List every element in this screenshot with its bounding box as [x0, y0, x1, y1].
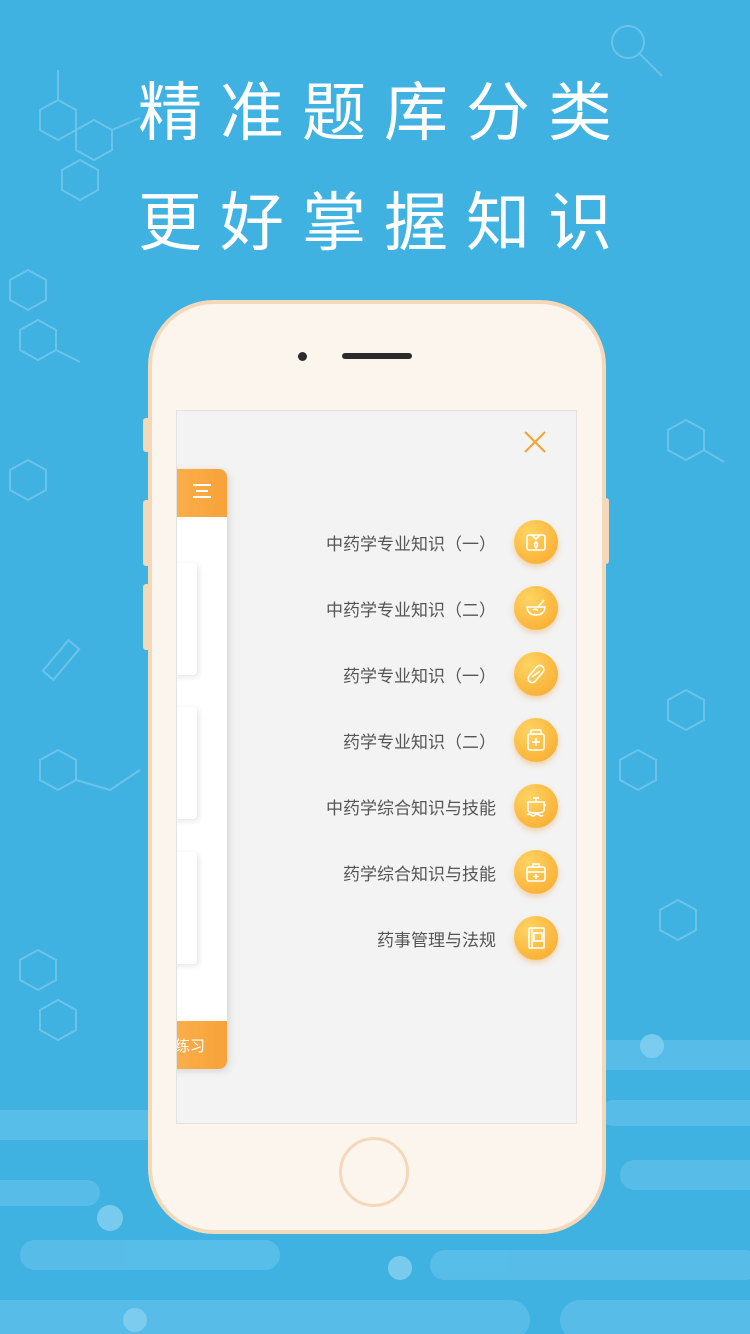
menu-icon[interactable] — [193, 484, 211, 498]
subject-label: 药学专业知识（二） — [343, 732, 496, 753]
phone-speaker — [342, 353, 412, 359]
subject-list: 中药学专业知识（一） 中药学专业知识（二） 药学专业知识（一） 药学专业知识（二… — [228, 509, 558, 971]
practice-button[interactable]: 练习 — [176, 1021, 227, 1069]
subject-item[interactable]: 药学专业知识（一） — [228, 641, 558, 707]
first-aid-kit-icon — [514, 850, 558, 894]
decoction-pot-icon — [514, 784, 558, 828]
close-icon[interactable] — [522, 429, 548, 455]
mortar-bowl-icon — [514, 586, 558, 630]
headline-line-2: 更好掌握知识 — [138, 187, 630, 261]
panel-card — [177, 852, 197, 964]
subject-item[interactable]: 药学专业知识（二） — [228, 707, 558, 773]
subject-label: 中药学专业知识（一） — [326, 534, 496, 555]
panel-card — [177, 563, 197, 675]
panel-header — [177, 469, 227, 517]
subject-item[interactable]: 中药学专业知识（二） — [228, 575, 558, 641]
law-book-icon — [514, 916, 558, 960]
panel-card — [177, 707, 197, 819]
background-page-panel: 练习 — [176, 469, 227, 1069]
subject-label: 药学综合知识与技能 — [343, 864, 496, 885]
practice-button-label: 练习 — [176, 1037, 205, 1055]
subject-item[interactable]: 中药学专业知识（一） — [228, 509, 558, 575]
subject-item[interactable]: 中药学综合知识与技能 — [228, 773, 558, 839]
subject-label: 药学专业知识（一） — [343, 666, 496, 687]
app-screen: 练习 中药学专业知识（一） 中药学专业知识（二） 药学专业知识（一） 药学专业知… — [176, 410, 577, 1124]
subject-item[interactable]: 药事管理与法规 — [228, 905, 558, 971]
subject-item[interactable]: 药学综合知识与技能 — [228, 839, 558, 905]
medicine-bottle-icon — [514, 718, 558, 762]
phone-home-button — [339, 1137, 409, 1207]
subject-label: 药事管理与法规 — [377, 930, 496, 951]
capsule-icon — [514, 652, 558, 696]
herb-box-icon — [514, 520, 558, 564]
phone-camera — [298, 352, 307, 361]
subject-label: 中药学综合知识与技能 — [326, 798, 496, 819]
subject-label: 中药学专业知识（二） — [326, 600, 496, 621]
headline-line-1: 精准题库分类 — [138, 77, 630, 151]
